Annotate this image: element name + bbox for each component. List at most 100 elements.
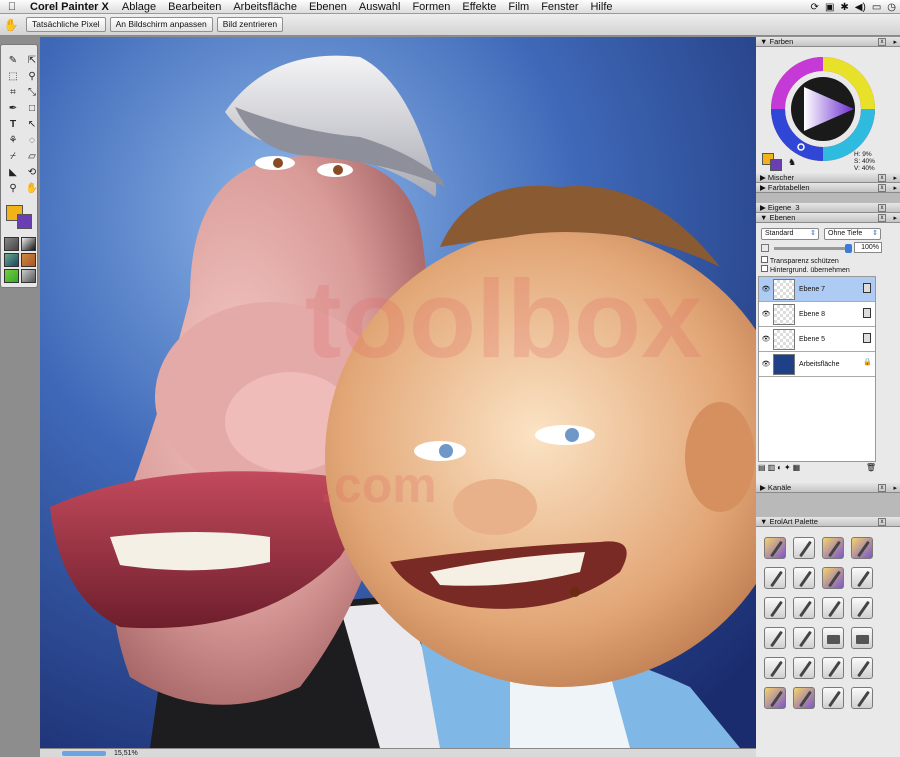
display-icon[interactable]: ▣ — [825, 2, 834, 13]
menu-effekte[interactable]: Effekte — [456, 1, 502, 13]
shape-select-tool-icon[interactable]: ↖ — [24, 117, 40, 132]
menu-hilfe[interactable]: Hilfe — [584, 1, 618, 13]
look-selector-icon[interactable] — [21, 269, 36, 283]
eraser-tool-icon[interactable]: ▱ — [24, 149, 40, 164]
rotate-page-tool-icon[interactable]: ⟲ — [24, 165, 40, 180]
brush-variant-icon[interactable] — [793, 657, 815, 679]
nozzle-selector-icon[interactable] — [4, 269, 19, 283]
additional-color-chip[interactable] — [770, 159, 782, 171]
menu-auswahl[interactable]: Auswahl — [353, 1, 407, 13]
layer-commands-icon[interactable]: ▦ — [793, 463, 801, 475]
brush-variant-icon[interactable] — [822, 567, 844, 589]
paper-selector-icon[interactable] — [4, 237, 19, 251]
close-icon[interactable]: x — [878, 174, 886, 182]
brush-variant-icon[interactable] — [793, 597, 815, 619]
new-layer-icon[interactable]: ▤ — [758, 463, 766, 475]
layer-adjuster-tool-icon[interactable]: ⇱ — [24, 53, 40, 68]
close-icon[interactable]: x — [878, 204, 886, 212]
magic-wand-tool-icon[interactable]: ⚲ — [24, 69, 40, 84]
pen-tool-icon[interactable]: ✒ — [5, 101, 21, 116]
close-icon[interactable]: x — [878, 518, 886, 526]
color-picker-icon[interactable]: ♞ — [788, 157, 796, 168]
layer-mask-icon[interactable]: ◐ — [777, 463, 782, 475]
actual-pixels-button[interactable]: Tatsächliche Pixel — [26, 17, 106, 32]
rect-shape-tool-icon[interactable]: □ — [24, 101, 40, 116]
close-icon[interactable]: x — [878, 214, 886, 222]
menu-fenster[interactable]: Fenster — [535, 1, 584, 13]
menu-film[interactable]: Film — [502, 1, 535, 13]
additional-color-swatch[interactable] — [17, 214, 32, 229]
lasso-tool-icon[interactable]: ◌ — [24, 133, 40, 148]
palette-header-farbtabellen[interactable]: ▶ Farbtabellen x ▸ — [756, 183, 900, 193]
trash-icon[interactable]: 🗑 — [866, 463, 876, 475]
transform-tool-icon[interactable]: ⤡ — [24, 85, 40, 100]
palette-menu-icon[interactable]: ▸ — [893, 484, 897, 494]
rect-select-tool-icon[interactable]: ⬚ — [5, 69, 21, 84]
brush-variant-icon[interactable] — [851, 657, 873, 679]
eye-icon[interactable]: 👁 — [759, 310, 773, 318]
brush-variant-icon[interactable] — [764, 687, 786, 709]
sync-icon[interactable]: ⟳ — [811, 2, 819, 13]
weaving-selector-icon[interactable] — [21, 253, 36, 267]
fit-to-screen-button[interactable]: An Bildschirm anpassen — [109, 17, 213, 32]
camera-brush-icon[interactable] — [851, 627, 873, 649]
brush-variant-icon[interactable] — [793, 537, 815, 559]
brush-variant-icon[interactable] — [851, 597, 873, 619]
cloner-tool-icon[interactable]: ⚘ — [5, 133, 21, 148]
brush-variant-icon[interactable] — [764, 537, 786, 559]
layer-row[interactable]: 👁 Ebene 7 — [759, 277, 875, 302]
palette-menu-icon[interactable]: ▸ — [893, 184, 897, 194]
brush-variant-icon[interactable] — [822, 657, 844, 679]
menu-ebenen[interactable]: Ebenen — [303, 1, 353, 13]
dropper-tool-icon[interactable]: ⌿ — [5, 149, 21, 164]
brush-variant-icon[interactable] — [764, 567, 786, 589]
dynamic-plugin-icon[interactable]: ✦ — [784, 463, 791, 475]
zoom-level[interactable]: 15,51% — [114, 749, 138, 757]
app-menu[interactable]: Corel Painter X — [24, 1, 116, 13]
layer-group-icon[interactable]: ▥ — [768, 463, 776, 475]
brush-variant-icon[interactable] — [851, 567, 873, 589]
layer-row[interactable]: 👁 Ebene 5 — [759, 327, 875, 352]
brush-variant-icon[interactable] — [764, 597, 786, 619]
palette-header-eigene[interactable]: ▶ Eigene 3x — [756, 203, 900, 213]
opacity-field[interactable]: 100% — [854, 242, 882, 253]
brush-variant-icon[interactable] — [822, 687, 844, 709]
close-icon[interactable]: x — [878, 484, 886, 492]
menu-ablage[interactable]: Ablage — [116, 1, 162, 13]
opacity-slider-thumb[interactable] — [845, 244, 852, 253]
brush-variant-icon[interactable] — [793, 687, 815, 709]
menu-arbeitsflaeche[interactable]: Arbeitsfläche — [227, 1, 303, 13]
pattern-selector-icon[interactable] — [4, 253, 19, 267]
battery-icon[interactable]: ▭ — [872, 2, 881, 13]
hand-tool-icon[interactable]: ✋ — [24, 181, 40, 196]
zoom-slider[interactable] — [62, 751, 106, 756]
eye-icon[interactable]: 👁 — [759, 335, 773, 343]
gradient-selector-icon[interactable] — [21, 237, 36, 251]
brush-variant-icon[interactable] — [764, 627, 786, 649]
color-wheel[interactable] — [756, 47, 900, 173]
brush-variant-icon[interactable] — [822, 597, 844, 619]
crop-tool-icon[interactable]: ⌗ — [5, 85, 21, 100]
center-image-button[interactable]: Bild zentrieren — [216, 17, 284, 32]
menu-bearbeiten[interactable]: Bearbeiten — [162, 1, 227, 13]
brush-variant-icon[interactable] — [822, 537, 844, 559]
clock-icon[interactable]: ◷ — [887, 2, 896, 13]
bluetooth-icon[interactable]: ✱ — [840, 2, 848, 13]
brush-tool-icon[interactable]: ✎ — [5, 53, 21, 68]
composite-method-select[interactable]: Standard ⇕ — [761, 228, 819, 240]
brush-variant-icon[interactable] — [851, 537, 873, 559]
checkbox[interactable] — [761, 256, 768, 263]
checkbox[interactable] — [761, 265, 768, 272]
brush-variant-icon[interactable] — [793, 627, 815, 649]
volume-icon[interactable]: ◀) — [855, 2, 866, 13]
eye-icon[interactable]: 👁 — [759, 360, 773, 368]
palette-header-mischer[interactable]: ▶ Mischer x ▸ — [756, 173, 900, 183]
palette-header-farben[interactable]: ▼ Farben x ▸ — [756, 37, 900, 47]
close-icon[interactable]: x — [878, 38, 886, 46]
paint-bucket-tool-icon[interactable]: ◣ — [5, 165, 21, 180]
apple-menu-icon[interactable]:  — [0, 1, 24, 13]
layer-row[interactable]: 👁 Arbeitsfläche 🔒 — [759, 352, 875, 377]
palette-header-ebenen[interactable]: ▼ Ebenen x ▸ — [756, 213, 900, 223]
palette-header-erolart[interactable]: ▼ ErolArt Palette x — [756, 517, 900, 527]
document-canvas[interactable]: toolbox .com — [40, 37, 756, 748]
